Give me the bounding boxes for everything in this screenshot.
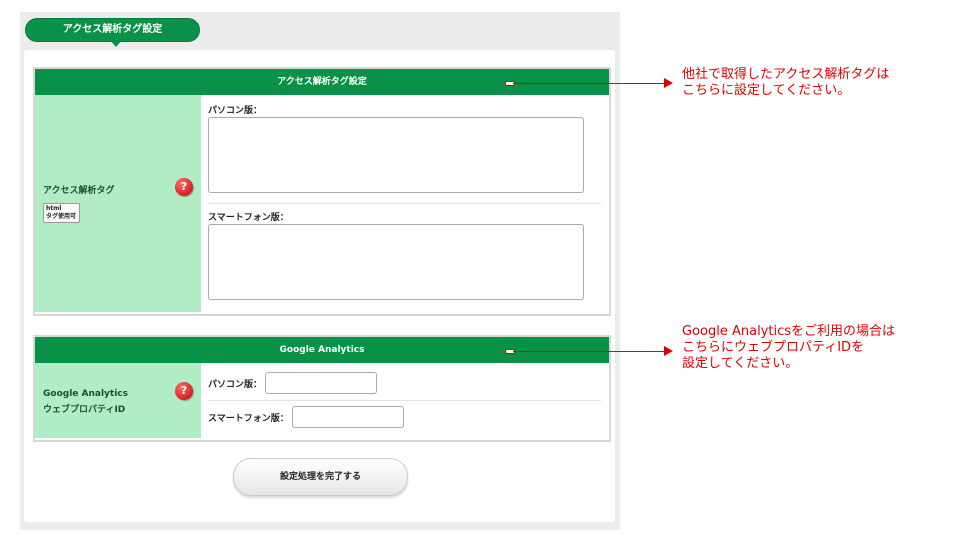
annotation-arrow-line bbox=[513, 351, 664, 352]
annotation-arrow-head bbox=[664, 78, 673, 88]
google-analytics-section-header: Google Analytics bbox=[35, 337, 609, 363]
ga-pc-input[interactable] bbox=[265, 372, 377, 394]
ga-label-cell: Google Analytics ウェブプロパティID ? bbox=[35, 363, 201, 438]
field-divider bbox=[208, 400, 601, 401]
annotation-google-analytics: Google Analyticsをご利用の場合は こちらにウェブプロパティIDを… bbox=[682, 324, 895, 372]
access-tag-section-header: アクセス解析タグ設定 bbox=[35, 69, 609, 95]
html-badge-subtext: タグ使用可 bbox=[46, 213, 77, 220]
ga-smartphone-label: スマートフォン版： bbox=[208, 414, 289, 424]
access-tag-section: アクセス解析タグ設定 アクセス解析タグ ? html タグ使用可 パソコン版： … bbox=[33, 67, 611, 316]
annotation-line: こちらに設定してください。 bbox=[682, 83, 851, 98]
help-icon[interactable]: ? bbox=[175, 178, 193, 196]
tab-pointer bbox=[110, 40, 122, 47]
pc-tag-label: パソコン版： bbox=[208, 106, 263, 116]
annotation-line: こちらにウェブプロパティIDを bbox=[682, 340, 865, 355]
annotation-line: Google Analyticsをご利用の場合は bbox=[682, 324, 896, 339]
annotation-arrow-line bbox=[513, 83, 664, 84]
ga-smartphone-input[interactable] bbox=[292, 406, 404, 428]
ga-input-cell: パソコン版： スマートフォン版： bbox=[201, 363, 609, 438]
ga-pc-label: パソコン版： bbox=[208, 380, 263, 390]
page-tab-title: アクセス解析タグ設定 bbox=[25, 18, 200, 42]
html-badge-text: html bbox=[46, 205, 62, 212]
help-icon[interactable]: ? bbox=[175, 382, 193, 400]
html-allowed-badge: html タグ使用可 bbox=[43, 203, 80, 223]
pc-tag-textarea[interactable] bbox=[208, 117, 584, 193]
annotation-arrow-head bbox=[664, 346, 673, 356]
access-tag-input-cell: パソコン版： スマートフォン版： bbox=[201, 95, 609, 312]
annotation-line: 設定してください。 bbox=[682, 356, 799, 371]
access-tag-label-cell: アクセス解析タグ ? html タグ使用可 bbox=[35, 95, 201, 312]
annotation-access-tag: 他社で取得したアクセス解析タグは こちらに設定してください。 bbox=[682, 67, 889, 99]
smartphone-tag-textarea[interactable] bbox=[208, 224, 584, 300]
access-tag-label: アクセス解析タグ bbox=[43, 186, 115, 196]
complete-settings-button[interactable]: 設定処理を完了する bbox=[233, 458, 408, 496]
ga-label-line1: Google Analytics bbox=[43, 389, 128, 399]
field-divider bbox=[208, 203, 601, 204]
smartphone-tag-label: スマートフォン版： bbox=[208, 213, 289, 223]
annotation-line: 他社で取得したアクセス解析タグは bbox=[682, 67, 890, 82]
ga-label-line2: ウェブプロパティID bbox=[43, 405, 126, 415]
